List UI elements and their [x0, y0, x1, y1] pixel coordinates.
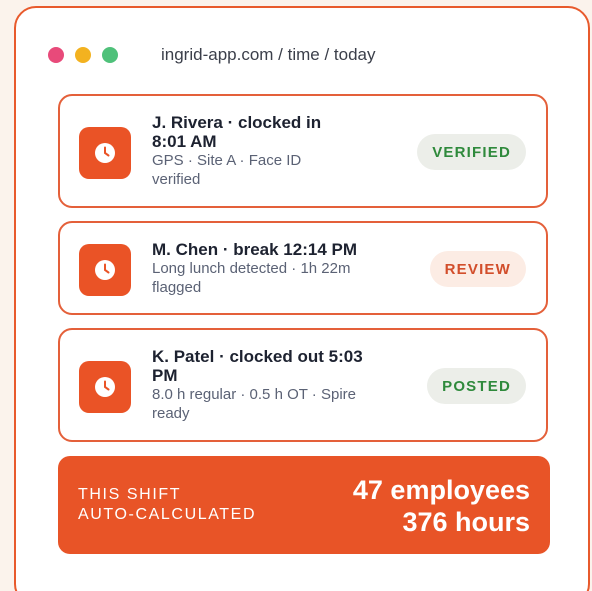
time-entry-card[interactable]: M. Chen · break 12:14 PM Long lunch dete… — [58, 221, 548, 315]
entry-detail-cont: ready — [152, 405, 190, 422]
minimize-dot-icon[interactable] — [75, 47, 91, 63]
time-entry-card[interactable]: J. Rivera · clocked in 8:01 AM GPS · Sit… — [58, 94, 548, 208]
summary-totals: 47 employees 376 hours — [353, 474, 530, 538]
entry-title-cont: 8:01 AM — [152, 132, 217, 151]
entry-title: M. Chen · break 12:14 PM — [152, 240, 358, 259]
entry-text: M. Chen · break 12:14 PM Long lunch dete… — [152, 240, 392, 297]
status-badge: POSTED — [427, 368, 526, 404]
title-bar: ingrid-app.com / time / today — [48, 40, 375, 70]
entry-title: J. Rivera · clocked in — [152, 113, 322, 132]
entry-text: K. Patel · clocked out 5:03 PM 8.0 h reg… — [152, 347, 392, 423]
shift-summary-panel: THIS SHIFT AUTO-CALCULATED 47 employees … — [58, 456, 550, 554]
entry-title-cont: PM — [152, 366, 178, 385]
time-entry-card[interactable]: K. Patel · clocked out 5:03 PM 8.0 h reg… — [58, 328, 548, 442]
entry-text: J. Rivera · clocked in 8:01 AM GPS · Sit… — [152, 113, 392, 189]
status-badge: REVIEW — [429, 251, 526, 287]
summary-label: THIS SHIFT AUTO-CALCULATED — [78, 485, 256, 525]
address-text[interactable]: ingrid-app.com / time / today — [161, 45, 375, 65]
entry-detail-cont: flagged — [152, 279, 202, 296]
app-window: ingrid-app.com / time / today J. Rivera … — [14, 6, 590, 591]
hours-total: 376 hours — [402, 507, 530, 537]
entry-detail: Long lunch detected · 1h 22m — [152, 260, 351, 277]
summary-label-line1: THIS SHIFT — [78, 486, 182, 503]
entry-detail: GPS · Site A · Face ID — [152, 152, 302, 169]
entry-detail: 8.0 h regular · 0.5 h OT · Spire — [152, 386, 356, 403]
entry-title: K. Patel · clocked out 5:03 — [152, 347, 363, 366]
clock-icon — [79, 244, 131, 296]
clock-icon — [79, 127, 131, 179]
entry-detail-cont: verified — [152, 171, 201, 188]
maximize-dot-icon[interactable] — [102, 47, 118, 63]
status-badge: VERIFIED — [417, 134, 526, 170]
employee-count: 47 employees — [352, 475, 530, 505]
close-dot-icon[interactable] — [48, 47, 64, 63]
summary-label-line2: AUTO-CALCULATED — [78, 506, 257, 523]
clock-icon — [79, 361, 131, 413]
